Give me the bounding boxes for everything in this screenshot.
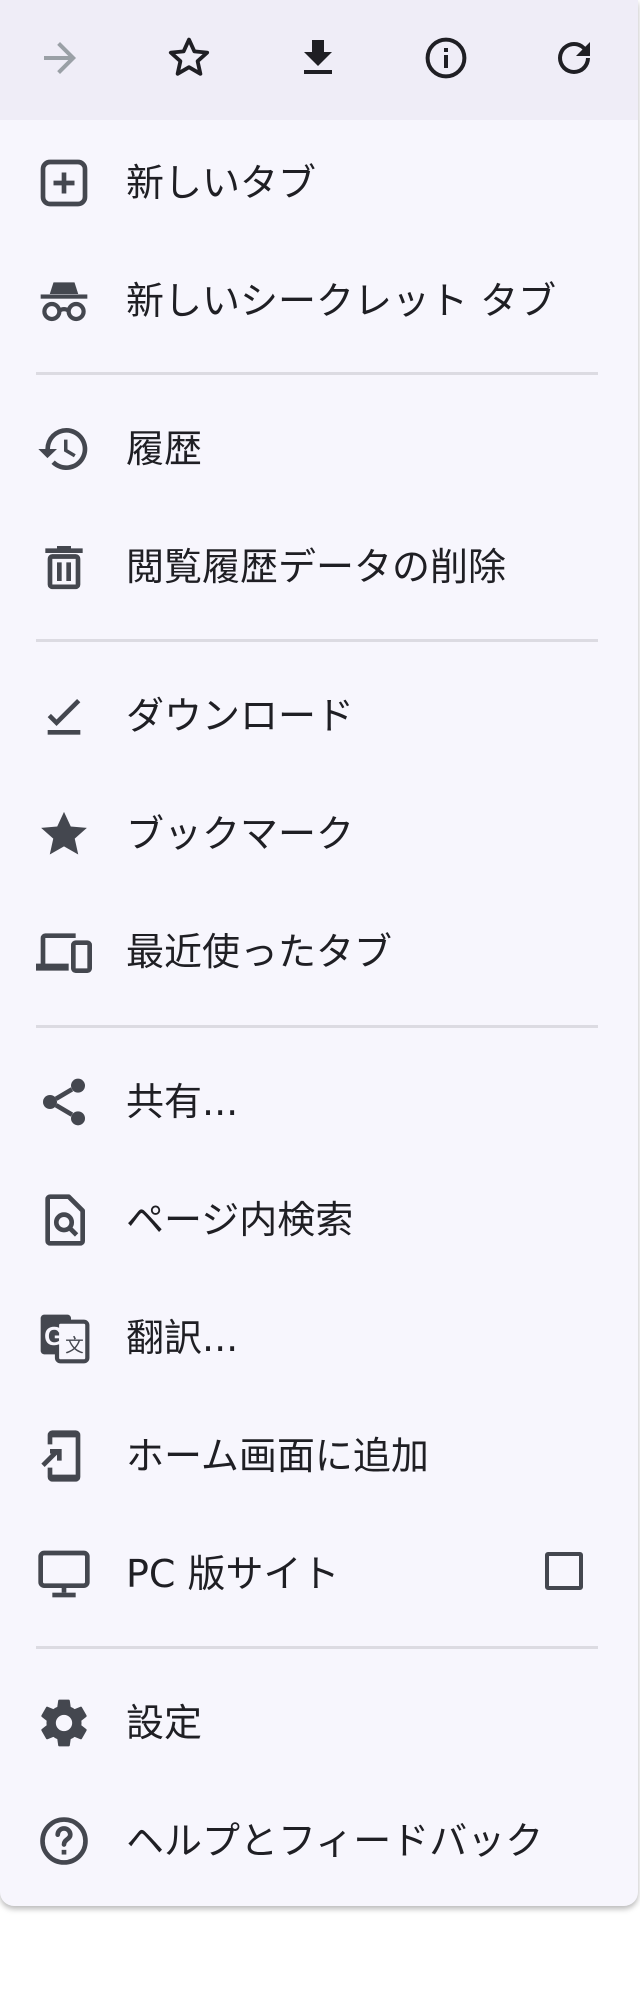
menu-item-label: 新しいシークレット タブ bbox=[126, 279, 557, 323]
menu-item-clear-browsing-data[interactable]: 閲覧履歴データの削除 bbox=[0, 508, 638, 626]
menu-toolbar bbox=[0, 0, 638, 120]
help-icon bbox=[36, 1813, 92, 1869]
refresh-icon bbox=[550, 34, 598, 86]
bookmark-button[interactable] bbox=[157, 28, 221, 92]
menu-item-label: ヘルプとフィードバック bbox=[126, 1819, 544, 1863]
star-outline-icon bbox=[165, 34, 213, 86]
reload-button[interactable] bbox=[542, 28, 606, 92]
menu-item-help-feedback[interactable]: ヘルプとフィードバック bbox=[0, 1782, 638, 1900]
menu-item-label: ダウンロード bbox=[126, 694, 355, 738]
menu-item-history[interactable]: 履歴 bbox=[0, 390, 638, 508]
svg-text:文: 文 bbox=[65, 1336, 84, 1357]
share-icon bbox=[36, 1074, 92, 1130]
menu-divider bbox=[36, 1025, 598, 1028]
menu-item-label: ページ内検索 bbox=[126, 1198, 354, 1242]
download-done-icon bbox=[36, 688, 92, 744]
menu-divider bbox=[36, 639, 598, 642]
monitor-icon bbox=[36, 1546, 92, 1602]
star-filled-icon bbox=[36, 806, 92, 862]
menu-item-downloads[interactable]: ダウンロード bbox=[0, 657, 638, 775]
gear-icon bbox=[36, 1695, 92, 1751]
forward-button[interactable] bbox=[28, 28, 92, 92]
menu-item-new-tab[interactable]: 新しいタブ bbox=[0, 124, 638, 242]
menu-item-settings[interactable]: 設定 bbox=[0, 1664, 638, 1782]
menu-divider bbox=[36, 372, 598, 375]
download-icon bbox=[294, 34, 342, 86]
arrow-right-icon bbox=[36, 34, 84, 86]
add-to-home-icon bbox=[36, 1428, 92, 1484]
menu-item-label: ホーム画面に追加 bbox=[126, 1434, 429, 1478]
menu-item-label: 最近使ったタブ bbox=[126, 930, 393, 974]
menu-item-label: 履歴 bbox=[126, 427, 203, 471]
chrome-overflow-menu: 新しいタブ 新しいシークレット タブ 履歴 閲覧履歴データの削除 ダウンロード … bbox=[0, 0, 638, 1906]
menu-item-label: 新しいタブ bbox=[126, 161, 317, 205]
devices-icon bbox=[36, 924, 92, 980]
menu-item-label: 翻訳... bbox=[126, 1316, 239, 1360]
menu-item-add-to-home-screen[interactable]: ホーム画面に追加 bbox=[0, 1397, 638, 1515]
menu-item-share[interactable]: 共有... bbox=[0, 1043, 638, 1161]
translate-icon: G文 bbox=[36, 1310, 92, 1366]
menu-item-find-in-page[interactable]: ページ内検索 bbox=[0, 1161, 638, 1279]
menu-item-bookmarks[interactable]: ブックマーク bbox=[0, 775, 638, 893]
menu-item-label: 閲覧履歴データの削除 bbox=[126, 545, 507, 589]
plus-box-icon bbox=[36, 155, 92, 211]
menu-item-label: ブックマーク bbox=[126, 812, 355, 856]
desktop-site-checkbox[interactable] bbox=[545, 1552, 583, 1590]
menu-item-label: PC 版サイト bbox=[126, 1552, 340, 1596]
page-info-button[interactable] bbox=[414, 28, 478, 92]
find-in-page-icon bbox=[36, 1192, 92, 1248]
menu-item-translate[interactable]: G文 翻訳... bbox=[0, 1279, 638, 1397]
menu-item-label: 設定 bbox=[126, 1701, 203, 1745]
menu-item-label: 共有... bbox=[126, 1080, 239, 1124]
info-icon bbox=[422, 34, 470, 86]
menu-item-desktop-site[interactable]: PC 版サイト bbox=[0, 1515, 638, 1633]
menu-item-new-incognito-tab[interactable]: 新しいシークレット タブ bbox=[0, 242, 638, 360]
menu-divider bbox=[36, 1646, 598, 1649]
svg-text:G: G bbox=[44, 1323, 64, 1351]
download-button[interactable] bbox=[286, 28, 350, 92]
history-icon bbox=[36, 421, 92, 477]
incognito-icon bbox=[36, 273, 92, 329]
trash-icon bbox=[36, 539, 92, 595]
menu-item-recent-tabs[interactable]: 最近使ったタブ bbox=[0, 893, 638, 1011]
